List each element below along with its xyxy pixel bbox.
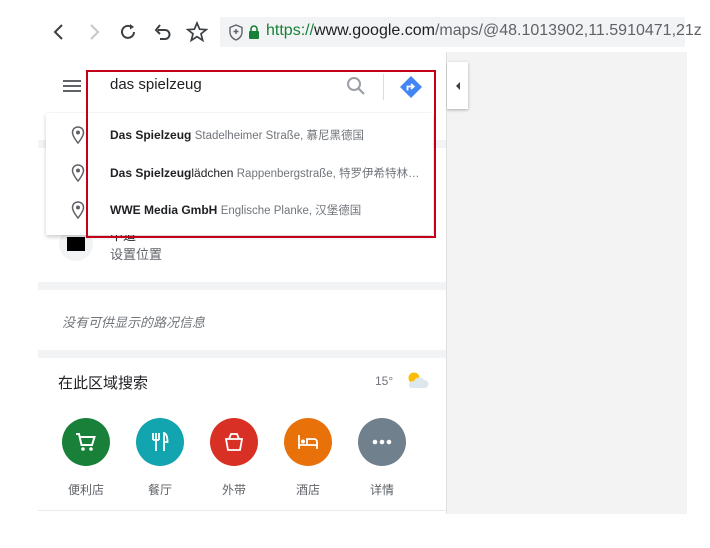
collapse-panel-button[interactable] bbox=[447, 62, 468, 109]
hamburger-menu-icon bbox=[63, 80, 81, 92]
area-search-title: 在此区域搜索 bbox=[58, 375, 149, 392]
url-path: /maps/@48.1013902,11.5910471,21z bbox=[434, 22, 702, 39]
convenience-store-button[interactable] bbox=[62, 418, 110, 466]
restaurant-button[interactable] bbox=[136, 418, 184, 466]
shopping-cart-icon bbox=[76, 433, 96, 451]
section-divider bbox=[38, 510, 446, 511]
undo-icon bbox=[154, 24, 171, 40]
lock-icon bbox=[249, 25, 259, 39]
undo-button[interactable] bbox=[150, 19, 176, 45]
menu-button[interactable] bbox=[62, 78, 86, 96]
hotel-button[interactable] bbox=[284, 418, 332, 466]
takeout-button[interactable] bbox=[210, 418, 258, 466]
url-text[interactable]: https://www.google.com/maps/@48.1013902,… bbox=[266, 22, 702, 40]
more-button[interactable] bbox=[358, 418, 406, 466]
category-label: 餐厅 bbox=[147, 483, 172, 497]
bookmark-button[interactable] bbox=[184, 19, 210, 45]
location-marker-icon bbox=[67, 237, 85, 251]
caret-left-icon bbox=[455, 81, 460, 90]
shield-icon[interactable] bbox=[228, 24, 244, 41]
takeout-icon bbox=[224, 433, 244, 451]
section-divider bbox=[38, 282, 446, 290]
partly-cloudy-icon bbox=[408, 372, 429, 388]
reload-button[interactable] bbox=[115, 19, 141, 45]
hotel-icon bbox=[298, 435, 318, 449]
map-canvas[interactable] bbox=[446, 52, 687, 514]
category-label: 详情 bbox=[369, 483, 394, 497]
forward-button[interactable] bbox=[81, 19, 107, 45]
category-label: 外带 bbox=[221, 483, 246, 497]
temperature: 15° bbox=[375, 374, 394, 388]
back-arrow-icon bbox=[53, 24, 63, 40]
highlight-frame bbox=[86, 70, 436, 238]
star-icon bbox=[186, 21, 208, 43]
more-icon bbox=[372, 439, 392, 445]
set-location-link[interactable]: 设置位置 bbox=[110, 244, 162, 263]
restaurant-icon bbox=[152, 431, 169, 451]
back-button[interactable] bbox=[46, 19, 72, 45]
place-pin-icon bbox=[71, 200, 85, 219]
reload-icon bbox=[121, 24, 135, 39]
category-label: 酒店 bbox=[295, 483, 320, 497]
place-pin-icon bbox=[71, 125, 85, 144]
forward-arrow-icon bbox=[90, 24, 100, 40]
category-label: 便利店 bbox=[67, 483, 104, 497]
place-pin-icon bbox=[71, 163, 85, 182]
url-scheme: https:// bbox=[266, 22, 315, 39]
url-host: www.google.com bbox=[314, 22, 435, 39]
traffic-message: 没有可供显示的路况信息 bbox=[62, 315, 206, 330]
section-divider bbox=[38, 350, 446, 358]
